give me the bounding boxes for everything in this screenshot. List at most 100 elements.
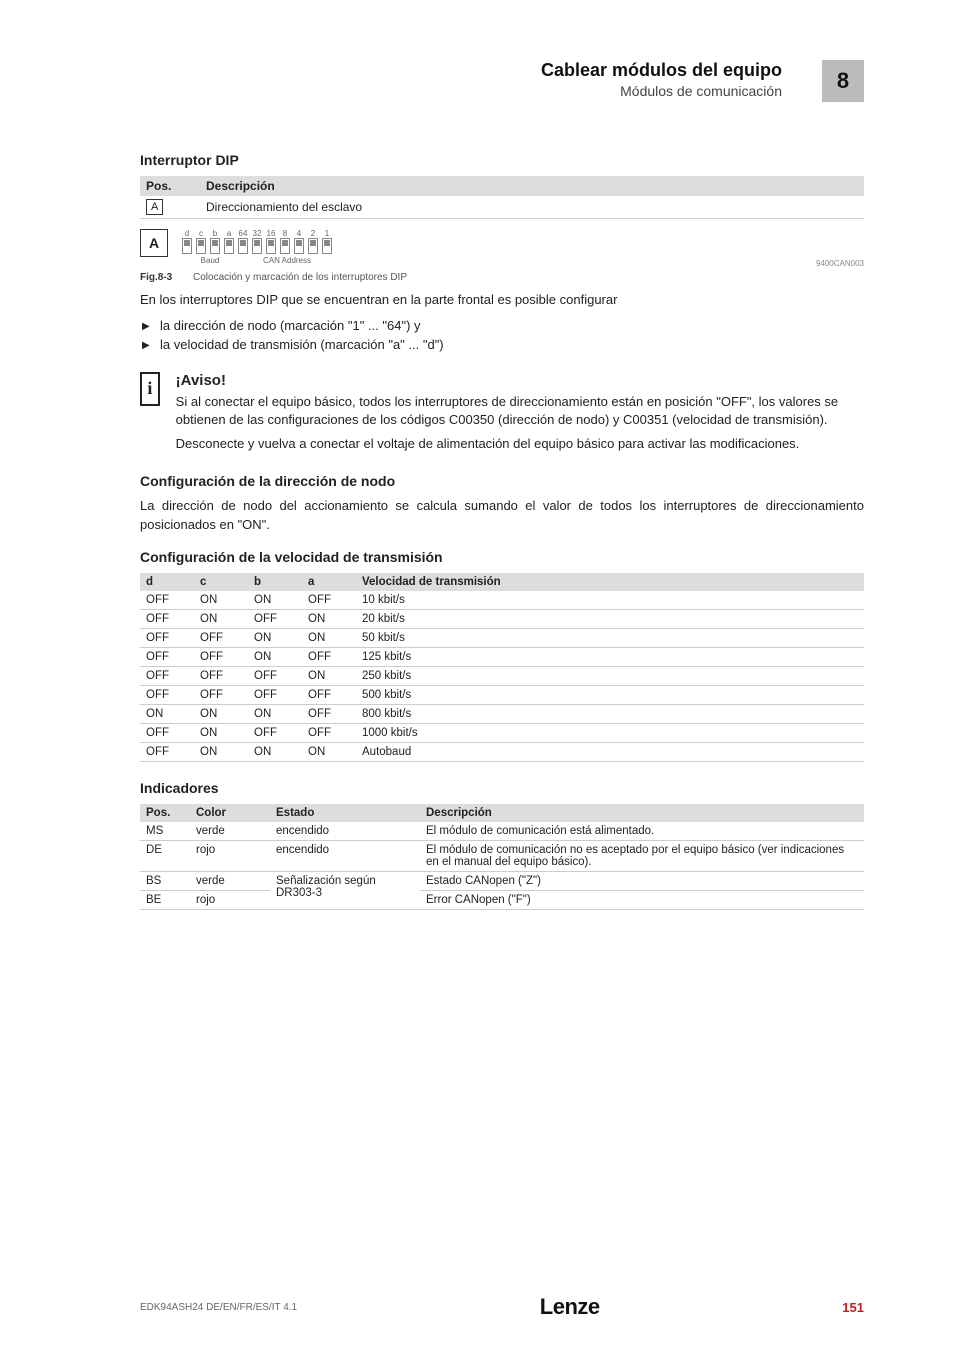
aviso-title: ¡Aviso!: [176, 372, 864, 389]
baud-cell: OFF: [194, 667, 248, 686]
baud-cell: ON: [302, 743, 356, 762]
baud-cell: OFF: [194, 686, 248, 705]
ind-pos: MS: [140, 822, 190, 841]
ind-th: Estado: [270, 804, 420, 822]
baud-cell: OFF: [302, 705, 356, 724]
header-text-block: Cablear módulos del equipo Módulos de co…: [541, 60, 782, 99]
baud-cell: OFF: [140, 743, 194, 762]
baud-row: OFFONOFFOFF1000 kbit/s: [140, 724, 864, 743]
baud-cell: OFF: [194, 648, 248, 667]
footer-doc-id: EDK94ASH24 DE/EN/FR/ES/IT 4.1: [140, 1302, 297, 1313]
th-desc: Descripción: [200, 176, 864, 196]
baud-cell: ON: [248, 629, 302, 648]
footer-page-number: 151: [842, 1300, 864, 1315]
baud-cell: OFF: [140, 629, 194, 648]
ind-pos: BS: [140, 872, 190, 891]
ind-estado: encendido: [270, 822, 420, 841]
baud-cell: ON: [194, 743, 248, 762]
dip-switch-row: [182, 238, 336, 254]
baud-row: OFFOFFONOFF125 kbit/s: [140, 648, 864, 667]
dip-pos-table: Pos. Descripción A Direccionamiento del …: [140, 176, 864, 219]
baud-cell: 10 kbit/s: [356, 591, 864, 610]
baud-cell: OFF: [248, 686, 302, 705]
baud-cell: 50 kbit/s: [356, 629, 864, 648]
ind-row: BSverdeSeñalización según DR303-3Estado …: [140, 872, 864, 891]
bullet-1: la dirección de nodo (marcación "1" ... …: [140, 318, 864, 333]
ind-color: rojo: [190, 841, 270, 872]
aviso-body: ¡Aviso! Si al conectar el equipo básico,…: [176, 372, 864, 460]
baud-cell: OFF: [302, 591, 356, 610]
ind-row: MSverdeencendidoEl módulo de comunicació…: [140, 822, 864, 841]
dip-intro: En los interruptores DIP que se encuentr…: [140, 291, 864, 310]
baud-cell: OFF: [248, 610, 302, 629]
ind-th: Color: [190, 804, 270, 822]
aviso-p1: Si al conectar el equipo básico, todos l…: [176, 393, 864, 429]
baud-cell: ON: [248, 743, 302, 762]
baud-th: Velocidad de transmisión: [356, 573, 864, 591]
ind-th: Descripción: [420, 804, 864, 822]
baud-row: ONONONOFF800 kbit/s: [140, 705, 864, 724]
baud-row: OFFOFFOFFOFF500 kbit/s: [140, 686, 864, 705]
fig-label: Fig.8-3: [140, 272, 172, 283]
baud-cell: ON: [248, 591, 302, 610]
chapter-number-badge: 8: [822, 60, 864, 102]
header-title: Cablear módulos del equipo: [541, 60, 782, 81]
baud-cell: OFF: [302, 648, 356, 667]
ind-estado: encendido: [270, 841, 420, 872]
baud-cell: 250 kbit/s: [356, 667, 864, 686]
dip-bullets: la dirección de nodo (marcación "1" ... …: [140, 318, 864, 352]
config-baud-heading: Configuración de la velocidad de transmi…: [140, 549, 864, 565]
pos-letter: A: [146, 199, 163, 215]
baud-cell: OFF: [194, 629, 248, 648]
aviso-p2: Desconecte y vuelva a conectar el voltaj…: [176, 435, 864, 453]
baud-row: OFFOFFOFFON250 kbit/s: [140, 667, 864, 686]
baud-cell: OFF: [248, 724, 302, 743]
ind-color: rojo: [190, 891, 270, 910]
baud-cell: 1000 kbit/s: [356, 724, 864, 743]
info-icon: [140, 372, 160, 406]
baud-cell: OFF: [302, 686, 356, 705]
dip-box-label: A: [140, 229, 168, 257]
header-subtitle: Módulos de comunicación: [541, 83, 782, 99]
baud-cell: 125 kbit/s: [356, 648, 864, 667]
baud-cell: ON: [248, 648, 302, 667]
baud-cell: OFF: [302, 724, 356, 743]
page-header: Cablear módulos del equipo Módulos de co…: [140, 60, 864, 102]
baud-cell: ON: [302, 629, 356, 648]
baud-th: b: [248, 573, 302, 591]
dip-bottom-labels: Baud CAN Address: [182, 256, 336, 265]
td-desc: Direccionamiento del esclavo: [200, 196, 864, 219]
ind-desc: El módulo de comunicación no es aceptado…: [420, 841, 864, 872]
ind-color: verde: [190, 822, 270, 841]
baud-cell: 800 kbit/s: [356, 705, 864, 724]
dip-heading: Interruptor DIP: [140, 152, 864, 168]
baud-cell: ON: [302, 610, 356, 629]
ind-row: DErojoencendidoEl módulo de comunicación…: [140, 841, 864, 872]
baud-cell: OFF: [140, 724, 194, 743]
page-footer: EDK94ASH24 DE/EN/FR/ES/IT 4.1 Lenze 151: [140, 1294, 864, 1320]
baud-cell: ON: [194, 724, 248, 743]
ind-desc: Estado CANopen ("Z"): [420, 872, 864, 891]
baud-cell: OFF: [140, 591, 194, 610]
baud-cell: OFF: [140, 686, 194, 705]
config-nodo-heading: Configuración de la dirección de nodo: [140, 473, 864, 489]
baud-cell: OFF: [140, 610, 194, 629]
ind-row: BErojoError CANopen ("F"): [140, 891, 864, 910]
ind-color: verde: [190, 872, 270, 891]
td-pos: A: [140, 196, 200, 219]
baud-cell: ON: [194, 705, 248, 724]
baud-cell: ON: [140, 705, 194, 724]
baud-cell: ON: [194, 610, 248, 629]
bullet-2: la velocidad de transmisión (marcación "…: [140, 337, 864, 352]
indicadores-heading: Indicadores: [140, 780, 864, 796]
aviso-note: ¡Aviso! Si al conectar el equipo básico,…: [140, 372, 864, 460]
footer-logo: Lenze: [540, 1294, 600, 1320]
baud-cell: Autobaud: [356, 743, 864, 762]
baud-cell: OFF: [140, 648, 194, 667]
baud-th: a: [302, 573, 356, 591]
ind-estado: Señalización según DR303-3: [270, 872, 420, 910]
fig-text: Colocación y marcación de los interrupto…: [193, 272, 407, 283]
th-pos: Pos.: [140, 176, 200, 196]
ind-th: Pos.: [140, 804, 190, 822]
baud-row: OFFOFFONON50 kbit/s: [140, 629, 864, 648]
